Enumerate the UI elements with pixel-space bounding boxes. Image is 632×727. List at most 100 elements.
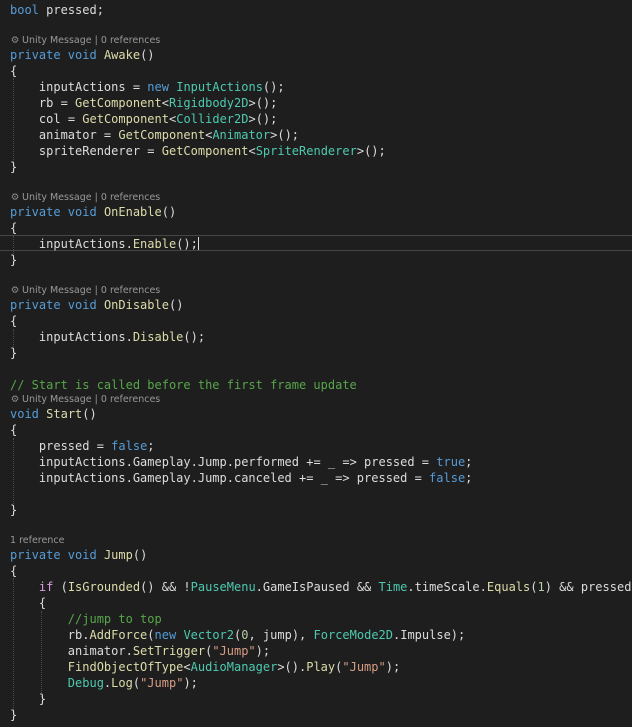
type-name: ForceMode2D (313, 628, 393, 642)
keyword: bool (10, 3, 39, 17)
identifier: pressed; (46, 3, 104, 17)
code-lens-references[interactable]: 0 references (101, 192, 160, 203)
method-call: FindObjectOfType (67, 660, 184, 674)
expression: .GameIsPaused && (255, 580, 379, 594)
method-call: SetTrigger (132, 644, 206, 658)
code-line-start-body: inputActions.Gameplay.Jump.performed += … (38, 455, 473, 469)
identifier: rb (38, 96, 54, 110)
type-name: Debug (67, 676, 104, 690)
code-line-brace: { (10, 221, 18, 235)
keyword: private void (10, 548, 97, 562)
code-line-start-signature: void Start() (10, 407, 97, 421)
method-call: Log (111, 676, 133, 690)
code-line-awake-statement: inputActions = new InputActions(); (10, 79, 285, 95)
method-name: Awake (103, 48, 141, 62)
operator: = (96, 128, 119, 142)
string-literal: "Jump" (342, 660, 386, 674)
code-line-on-enable-body[interactable]: inputActions.Enable(); (10, 236, 199, 252)
keyword: false (111, 439, 148, 453)
code-line-on-disable-body: inputActions.Disable(); (10, 329, 205, 345)
identifier: animator (38, 128, 97, 142)
method-name: Jump (103, 548, 133, 562)
identifier: col (38, 112, 61, 126)
code-line-awake-statement: col = GetComponent<Collider2D>(); (38, 112, 278, 126)
code-line-brace: { (10, 423, 18, 437)
code-line-brace: { (10, 564, 18, 578)
method-call: GetComponent (118, 128, 206, 142)
keyword: false (429, 471, 466, 485)
keyword: new (147, 80, 169, 94)
punctuation: (); (277, 128, 300, 142)
code-line-jump-body: Debug.Log("Jump"); (67, 676, 198, 690)
punctuation: (); (176, 237, 198, 251)
code-line-start-body: inputActions.Gameplay.Jump.canceled += _… (38, 471, 473, 485)
keyword: private void (10, 48, 97, 62)
code-lens-separator: | (91, 285, 101, 296)
code-lens-on-enable: ⚙ Unity Message | 0 references (10, 192, 161, 204)
code-line-on-enable-signature: private void OnEnable() (10, 205, 177, 219)
code-line-brace: } (10, 708, 18, 722)
unity-icon: ⚙ (10, 285, 20, 296)
unity-icon: ⚙ (10, 35, 20, 46)
code-lens-unity-message[interactable]: Unity Message (22, 35, 92, 46)
code-lens-references[interactable]: 0 references (101, 285, 160, 296)
text-caret (197, 237, 199, 250)
type-name: SpriteRenderer (255, 144, 357, 158)
method-call: GetComponent (82, 112, 169, 126)
type-name: Time (378, 580, 408, 594)
code-line-brace: { (10, 314, 18, 328)
punctuation: (); (255, 96, 278, 110)
code-lens-unity-message[interactable]: Unity Message (22, 285, 92, 296)
keyword: if (38, 580, 54, 594)
punctuation: (); (262, 80, 285, 94)
code-lens-references[interactable]: 0 references (101, 35, 160, 46)
type-name: InputActions (176, 80, 263, 94)
method-name: Start (46, 407, 83, 421)
keyword: true (436, 455, 466, 469)
code-lens-unity-message[interactable]: Unity Message (22, 394, 92, 405)
code-lens-jump: 1 reference (10, 535, 64, 547)
punctuation: (); (255, 112, 278, 126)
identifier: spriteRenderer (38, 144, 141, 158)
string-literal: "Jump" (140, 676, 184, 690)
comment: //jump to top (67, 612, 162, 626)
method-call: Play (306, 660, 336, 674)
code-line-jump-body: rb.AddForce(new Vector2(0, jump), ForceM… (67, 628, 466, 642)
keyword: void (10, 407, 39, 421)
identifier: inputActions. (38, 330, 133, 344)
code-lens-references[interactable]: 1 reference (10, 535, 64, 546)
identifier: inputActions. (38, 237, 133, 251)
code-lens-unity-message[interactable]: Unity Message (22, 192, 92, 203)
code-line-jump-signature: private void Jump() (10, 548, 148, 562)
code-lens-separator: | (91, 35, 101, 46)
code-comment: //jump to top (10, 611, 162, 627)
code-line-brace: } (10, 253, 18, 267)
method-call: Enable (132, 237, 177, 251)
code-line-brace: { (10, 64, 18, 78)
type-name: Animator (212, 128, 271, 142)
code-line-brace: } (10, 503, 18, 517)
code-line-brace: } (10, 692, 47, 706)
method-name: OnDisable (103, 298, 169, 312)
type-name: Rigidbody2D (168, 96, 249, 110)
expression: , jump), (248, 628, 314, 642)
type-name: Vector2 (183, 628, 235, 642)
code-line-if-statement: if (IsGrounded() && !PauseMenu.GameIsPau… (10, 579, 632, 595)
keyword: new (154, 628, 177, 642)
number-literal: 1 (537, 580, 545, 594)
expression: inputActions.Gameplay.Jump.canceled += _… (38, 471, 430, 485)
code-editor[interactable]: bool pressed; ⚙ Unity Message | 0 referen… (0, 0, 632, 727)
operator: = (140, 144, 162, 158)
punctuation: (); (183, 330, 206, 344)
identifier: rb. (67, 628, 90, 642)
code-line-awake-signature: private void Awake() (10, 48, 155, 62)
method-call: IsGrounded (67, 580, 141, 594)
code-lens-on-disable: ⚙ Unity Message | 0 references (10, 285, 161, 297)
code-line-brace: } (10, 346, 18, 360)
code-line-brace: } (10, 160, 18, 174)
string-literal: "Jump" (212, 644, 256, 658)
code-lens-awake: ⚙ Unity Message | 0 references (10, 35, 161, 47)
code-lens-references[interactable]: 0 references (101, 394, 160, 405)
code-line-awake-statement: spriteRenderer = GetComponent<SpriteRend… (38, 144, 386, 158)
expression: ) && pressed) (544, 580, 632, 594)
